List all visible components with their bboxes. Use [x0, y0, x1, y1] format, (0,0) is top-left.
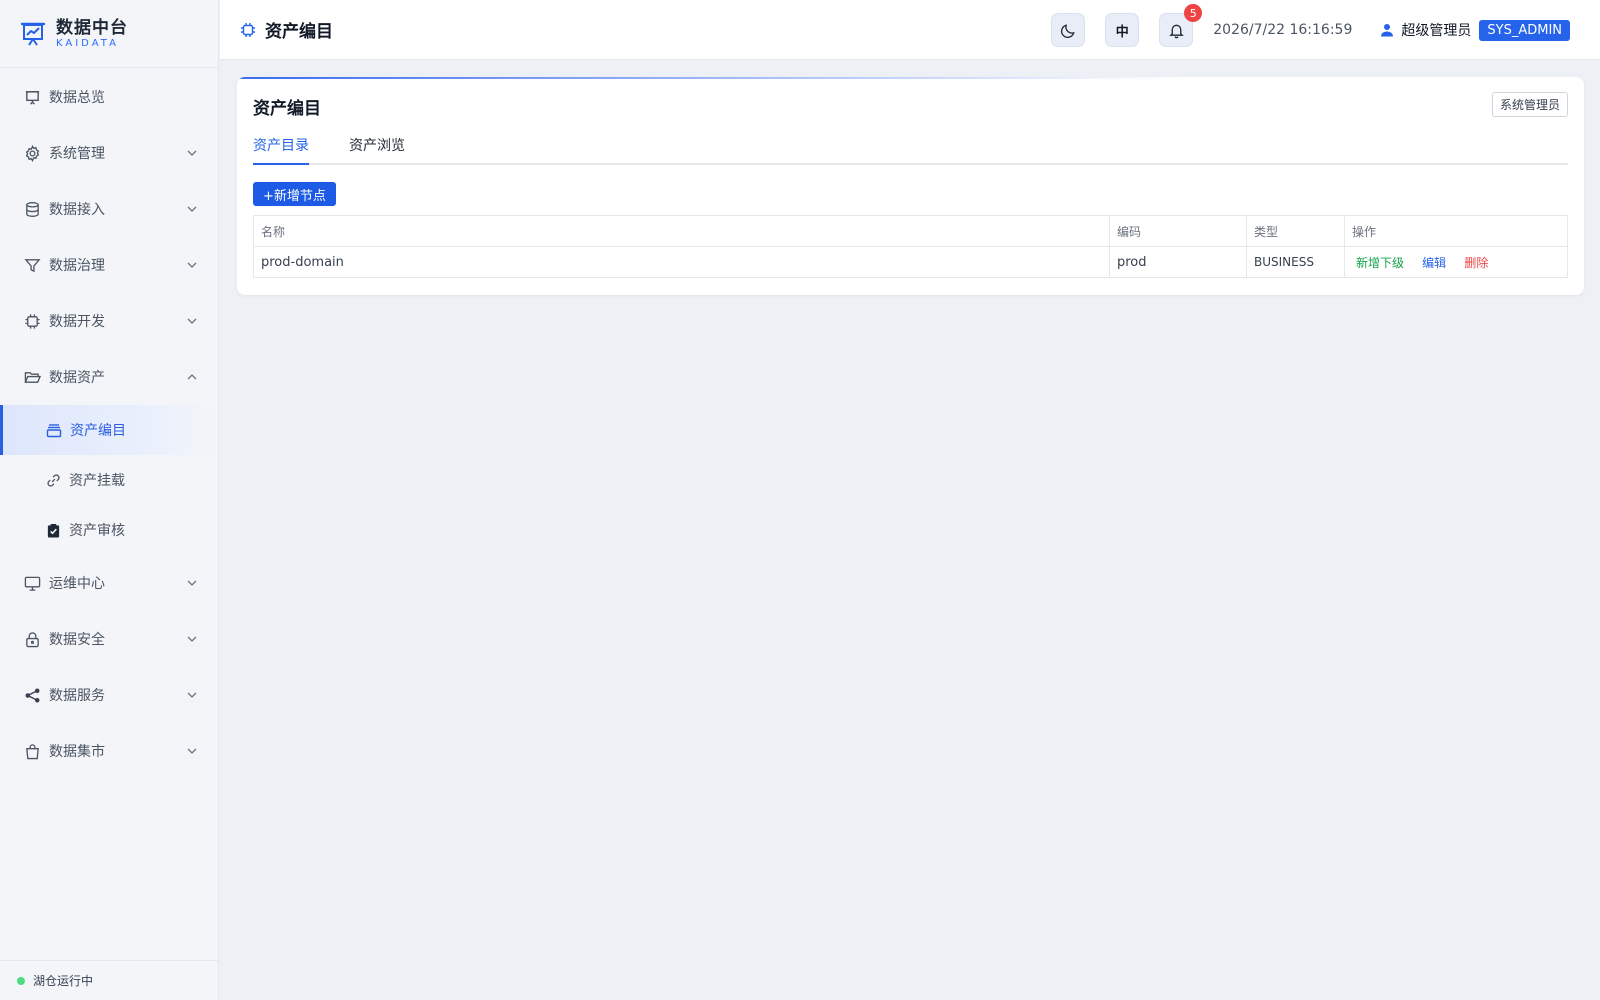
sidebar-item-assets[interactable]: 数据资产 — [0, 349, 218, 405]
sidebar-item-label: 数据安全 — [49, 632, 105, 648]
role-badge: SYS_ADMIN — [1479, 19, 1570, 41]
sidebar-subitem-catalog[interactable]: 资产编目 — [0, 405, 218, 455]
sidebar-item-label: 系统管理 — [49, 146, 105, 162]
datetime: 2026/7/22 16:16:59 — [1213, 22, 1353, 38]
catalog-card: 资产编目 系统管理员 资产目录 资产浏览 +新增节点 名称 编码 类型 操作 p… — [237, 77, 1584, 295]
lock-icon — [23, 630, 41, 648]
link-icon — [45, 472, 61, 488]
monitor-icon — [23, 574, 41, 592]
brand-title: 数据中台 — [56, 17, 128, 38]
presentation-icon — [23, 88, 41, 106]
user-name: 超级管理员 — [1401, 23, 1472, 39]
share-icon — [23, 686, 41, 704]
sidebar-item-label: 数据资产 — [49, 370, 105, 386]
bell-icon — [1168, 24, 1184, 38]
catalog-table: 名称 编码 类型 操作 prod-domain prod BUSINESS 新增… — [253, 215, 1568, 278]
sidebar-subitem-label: 资产编目 — [70, 423, 126, 439]
chevron-down-icon — [187, 150, 197, 156]
table-row[interactable]: prod-domain prod BUSINESS 新增下级 编辑 删除 — [253, 246, 1568, 278]
brand-subtitle: KAIDATA — [56, 37, 119, 49]
page-title: 资产编目 — [240, 17, 333, 42]
role-tag: 系统管理员 — [1491, 92, 1568, 117]
gear-icon — [23, 144, 41, 162]
column-header-actions: 操作 — [1344, 215, 1568, 247]
sidebar-item-system[interactable]: 系统管理 — [0, 125, 218, 181]
sidebar-item-label: 数据开发 — [49, 314, 105, 330]
sidebar-item-label: 数据集市 — [49, 744, 105, 760]
sidebar-item-label: 数据治理 — [49, 258, 105, 274]
page-title-text: 资产编目 — [265, 22, 333, 42]
sidebar-item-development[interactable]: 数据开发 — [0, 293, 218, 349]
filter-icon — [23, 256, 41, 274]
chevron-down-icon — [187, 580, 197, 586]
chart-board-logo-icon — [20, 22, 46, 46]
tab-asset-browse[interactable]: 资产浏览 — [349, 135, 405, 165]
card-accent-line — [237, 77, 1584, 79]
sidebar-item-ops[interactable]: 运维中心 — [0, 555, 218, 611]
brand[interactable]: 数据中台 KAIDATA — [0, 0, 218, 68]
language-toggle-button[interactable]: 中 — [1105, 13, 1140, 47]
user-icon — [1381, 24, 1394, 37]
sidebar-item-label: 数据服务 — [49, 688, 105, 704]
edit-link[interactable]: 编辑 — [1422, 256, 1446, 270]
top-header: 资产编目 中 5 2026/7/22 16:16:59 超级管理员 SYS_AD… — [220, 0, 1600, 60]
tab-asset-directory[interactable]: 资产目录 — [253, 135, 309, 165]
chip-icon — [23, 312, 41, 330]
delete-link[interactable]: 删除 — [1464, 256, 1488, 270]
sidebar-item-security[interactable]: 数据安全 — [0, 611, 218, 667]
tab-bar: 资产目录 资产浏览 — [253, 135, 1568, 165]
sidebar-subitem-label: 资产审核 — [69, 523, 125, 539]
notifications-button[interactable]: 5 — [1159, 4, 1203, 47]
sidebar-subitem-mount[interactable]: 资产挂载 — [0, 455, 218, 505]
lakehouse-status: 湖仓运行中 — [0, 960, 219, 1000]
database-icon — [23, 200, 41, 218]
catalog-icon — [46, 422, 62, 438]
chevron-down-icon — [187, 748, 197, 754]
cell-code: prod — [1109, 246, 1247, 278]
card-title: 资产编目 — [253, 99, 321, 119]
column-header-code[interactable]: 编码 — [1109, 215, 1247, 247]
sidebar-item-market[interactable]: 数据集市 — [0, 723, 218, 779]
sidebar: 数据中台 KAIDATA 数据总览 系统管理 数据接入 数据治理 数据开发 数据… — [0, 0, 219, 1000]
chip-icon — [241, 22, 255, 37]
cell-name: prod-domain — [253, 246, 1110, 278]
chevron-down-icon — [187, 636, 197, 642]
add-node-button[interactable]: +新增节点 — [253, 182, 336, 206]
cell-type: BUSINESS — [1246, 246, 1345, 278]
sidebar-item-overview[interactable]: 数据总览 — [0, 69, 218, 125]
status-dot-icon — [17, 976, 25, 985]
add-child-link[interactable]: 新增下级 — [1356, 256, 1404, 270]
sidebar-subitem-review[interactable]: 资产审核 — [0, 505, 218, 555]
sidebar-item-label: 数据接入 — [49, 202, 105, 218]
sidebar-menu: 数据总览 系统管理 数据接入 数据治理 数据开发 数据资产 资产编目 资产挂载 … — [0, 68, 218, 779]
column-header-name[interactable]: 名称 — [253, 215, 1110, 247]
chevron-down-icon — [187, 206, 197, 212]
header-actions: 中 5 2026/7/22 16:16:59 超级管理员 SYS_ADMIN — [1051, 0, 1600, 60]
sidebar-item-governance[interactable]: 数据治理 — [0, 237, 218, 293]
language-label: 中 — [1115, 24, 1129, 40]
clipboard-check-icon — [45, 522, 61, 538]
theme-toggle-button[interactable] — [1051, 13, 1086, 47]
sidebar-item-ingest[interactable]: 数据接入 — [0, 181, 218, 237]
notification-count-badge: 5 — [1184, 4, 1203, 22]
cell-actions: 新增下级 编辑 删除 — [1344, 246, 1568, 278]
shopping-bag-icon — [23, 742, 41, 760]
moon-icon — [1060, 23, 1075, 38]
column-header-type[interactable]: 类型 — [1246, 215, 1345, 247]
sidebar-item-services[interactable]: 数据服务 — [0, 667, 218, 723]
chevron-down-icon — [187, 262, 197, 268]
sidebar-item-label: 运维中心 — [49, 576, 105, 592]
chevron-down-icon — [187, 692, 197, 698]
sidebar-item-label: 数据总览 — [49, 90, 105, 106]
folder-open-icon — [23, 368, 41, 386]
chevron-up-icon — [187, 374, 197, 380]
chevron-down-icon — [187, 318, 197, 324]
status-text: 湖仓运行中 — [33, 974, 94, 988]
sidebar-subitem-label: 资产挂载 — [69, 473, 125, 489]
table-header-row: 名称 编码 类型 操作 — [253, 215, 1568, 247]
user-menu[interactable]: 超级管理员 SYS_ADMIN — [1380, 19, 1570, 41]
